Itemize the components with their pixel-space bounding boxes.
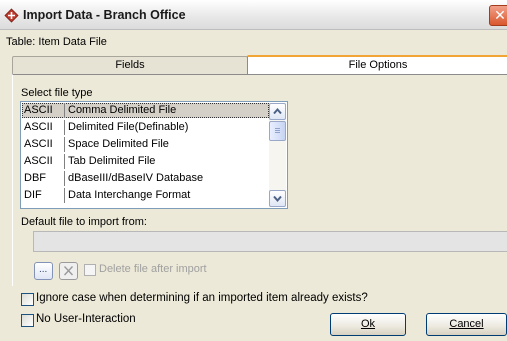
window-title: Import Data - Branch Office xyxy=(23,8,186,22)
file-type-desc: Data Interchange Format xyxy=(68,189,191,201)
tab-fields[interactable]: Fields xyxy=(12,56,248,75)
ignore-case-label: Ignore case when determining if an impor… xyxy=(36,292,368,304)
list-item[interactable]: ASCII Delimited File(Definable) xyxy=(22,120,269,135)
file-type-list[interactable]: ASCII Comma Delimited File ASCII Delimit… xyxy=(20,101,288,209)
tab-fields-label: Fields xyxy=(115,59,145,71)
file-type-code: ASCII xyxy=(24,155,53,167)
scroll-up-button[interactable] xyxy=(269,103,286,120)
default-file-field[interactable] xyxy=(33,231,507,252)
list-item[interactable]: DBF dBaseIII/dBaseIV Database xyxy=(22,171,269,186)
chevron-up-icon xyxy=(273,107,282,115)
file-type-desc: Space Delimited File xyxy=(68,138,169,150)
no-user-interaction-label: No User-Interaction xyxy=(36,313,136,325)
clear-x-icon xyxy=(63,266,74,276)
tab-file-options-label: File Options xyxy=(348,59,408,71)
app-icon xyxy=(4,8,19,23)
grip-icon xyxy=(275,128,280,133)
scroll-thumb[interactable] xyxy=(269,121,286,141)
file-type-desc: Comma Delimited File xyxy=(68,104,177,116)
select-file-type-label: Select file type xyxy=(21,87,93,99)
file-type-code: ASCII xyxy=(24,138,53,150)
file-type-desc: dBaseIII/dBaseIV Database xyxy=(68,172,204,184)
file-type-desc: Delimited File(Definable) xyxy=(68,121,189,133)
no-user-interaction-checkbox[interactable] xyxy=(21,314,34,327)
file-type-code: DBF xyxy=(24,172,46,184)
browse-button[interactable]: ... xyxy=(34,262,53,280)
title-bar[interactable]: Import Data - Branch Office ✕ xyxy=(0,0,507,30)
scroll-down-button[interactable] xyxy=(269,190,286,207)
import-data-dialog: Import Data - Branch Office ✕ Table: Ite… xyxy=(0,0,507,341)
list-scrollbar[interactable] xyxy=(269,103,286,207)
delete-after-import-label: Delete file after import xyxy=(99,263,207,275)
cancel-button[interactable]: Cancel xyxy=(426,313,507,336)
file-type-code: ASCII xyxy=(24,121,53,133)
list-item[interactable]: ASCII Space Delimited File xyxy=(22,137,269,152)
ellipsis-icon: ... xyxy=(39,264,48,275)
list-item[interactable]: ASCII Comma Delimited File xyxy=(22,103,269,118)
delete-after-import-checkbox[interactable] xyxy=(84,264,96,276)
file-type-code: DIF xyxy=(24,189,42,201)
clear-file-button[interactable] xyxy=(59,262,78,280)
tab-file-options[interactable]: File Options xyxy=(247,55,507,75)
file-type-code: ASCII xyxy=(24,104,53,116)
chevron-down-icon xyxy=(273,195,282,203)
table-label: Table: Item Data File xyxy=(6,36,107,48)
file-type-desc: Tab Delimited File xyxy=(68,155,156,167)
ignore-case-checkbox[interactable] xyxy=(21,293,34,306)
default-file-label: Default file to import from: xyxy=(21,216,147,228)
close-button[interactable]: ✕ xyxy=(489,5,507,26)
close-icon: ✕ xyxy=(494,7,506,23)
list-item[interactable]: ASCII Tab Delimited File xyxy=(22,154,269,169)
ok-button[interactable]: Ok xyxy=(330,313,406,336)
list-item[interactable]: DIF Data Interchange Format xyxy=(22,188,269,203)
